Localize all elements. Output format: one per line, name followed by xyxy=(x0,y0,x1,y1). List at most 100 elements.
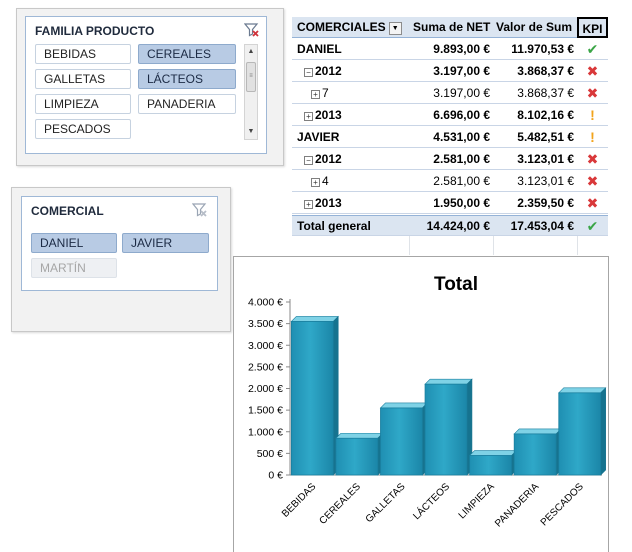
bar-side-pescados xyxy=(600,387,606,476)
row-label-text: 2012 xyxy=(315,152,342,166)
cell-suma-net[interactable]: 2.581,00 € xyxy=(410,149,493,170)
cell-suma-net[interactable]: 3.197,00 € xyxy=(410,61,493,82)
y-tick-label: 2.500 € xyxy=(248,361,283,373)
pivot-total-row: Total general 14.424,00 €17.453,04 € ✔ xyxy=(292,215,608,236)
cell-valor-sum[interactable]: 2.359,50 € xyxy=(493,193,577,214)
bar-bebidas[interactable] xyxy=(290,321,334,476)
cell-valor-sum[interactable]: 5.482,51 € xyxy=(493,127,577,148)
row-label[interactable]: DANIEL xyxy=(292,39,410,60)
row-label[interactable]: −2012 xyxy=(292,149,410,170)
row-label-text: 4 xyxy=(322,174,329,188)
slicer-item-galletas[interactable]: GALLETAS xyxy=(35,69,131,89)
collapse-icon[interactable]: − xyxy=(304,156,313,165)
slicer-item-pescados[interactable]: PESCADOS xyxy=(35,119,131,139)
bar-top-galletas xyxy=(379,402,429,409)
cell-suma-net[interactable]: 14.424,00 € xyxy=(410,216,493,237)
cell-valor-sum[interactable]: 3.123,01 € xyxy=(493,171,577,192)
cell-suma-net[interactable]: 6.696,00 € xyxy=(410,105,493,126)
exclamation-icon: ! xyxy=(590,107,595,123)
cell-valor-sum[interactable]: 3.868,37 € xyxy=(493,61,577,82)
scroll-up-icon[interactable]: ▲ xyxy=(245,46,257,58)
slicer-scrollbar[interactable]: ▲ ≡ ▼ xyxy=(244,44,258,140)
pivot-row: −2012 3.197,00 €3.868,37 € ✖ xyxy=(292,61,608,82)
x-tick-label: LIMPIEZA xyxy=(457,481,497,521)
expand-icon[interactable]: + xyxy=(304,112,313,121)
bar-pescados[interactable] xyxy=(558,392,602,476)
row-label-text: Total general xyxy=(297,219,371,233)
cell-kpi[interactable]: ✔ xyxy=(577,216,608,237)
collapse-icon[interactable]: − xyxy=(304,68,313,77)
row-label[interactable]: Total general xyxy=(292,216,410,237)
pivot-header-row: COMERCIALES ▼ Suma de NET Valor de Sum KP… xyxy=(292,17,608,38)
cell-valor-sum[interactable]: 17.453,04 € xyxy=(493,216,577,237)
header-kpi[interactable]: KPI xyxy=(577,17,608,38)
slicer-item-label: GALLETAS xyxy=(44,72,106,86)
expand-icon[interactable]: + xyxy=(304,200,313,209)
row-label[interactable]: +4 xyxy=(292,171,410,192)
clear-filter-icon[interactable] xyxy=(244,22,260,38)
scroll-down-icon[interactable]: ▼ xyxy=(245,126,257,138)
pivot-row: JAVIER 4.531,00 €5.482,51 €! xyxy=(292,127,608,148)
cell-suma-net[interactable]: 2.581,00 € xyxy=(410,171,493,192)
slicer-item-limpieza[interactable]: LIMPIEZA xyxy=(35,94,131,114)
familia-producto-slicer: FAMILIA PRODUCTO BEBIDAS CEREALES GALLET… xyxy=(25,16,267,154)
row-label[interactable]: JAVIER xyxy=(292,127,410,148)
slicer-item-lacteos[interactable]: LÁCTEOS xyxy=(138,69,236,89)
cell-kpi[interactable]: ✖ xyxy=(577,149,608,170)
cell-kpi[interactable]: ✖ xyxy=(577,61,608,82)
cell-kpi[interactable]: ✖ xyxy=(577,193,608,214)
bar-chart[interactable]: Total 0 € 500 € 1.000 € 1.500 € 2.000 € 2.500 … xyxy=(233,256,609,552)
pivot-row: +2013 1.950,00 €2.359,50 € ✖ xyxy=(292,193,608,214)
cell-kpi[interactable]: ✖ xyxy=(577,171,608,192)
x-tick-label: BEBIDAS xyxy=(280,481,319,520)
comercial-slicer-title: COMERCIAL xyxy=(31,204,104,218)
slicer-item-javier[interactable]: JAVIER xyxy=(122,233,209,253)
bar-limpieza[interactable] xyxy=(469,455,512,476)
clear-filter-icon[interactable] xyxy=(192,202,208,218)
slicer-item-label: BEBIDAS xyxy=(44,47,97,61)
pivot-row: +4 2.581,00 €3.123,01 € ✖ xyxy=(292,171,608,192)
x-tick-label: LÁCTEOS xyxy=(410,480,452,522)
bar-top-pescados xyxy=(558,387,607,394)
cross-icon: ✖ xyxy=(586,63,599,79)
row-label[interactable]: +7 xyxy=(292,83,410,104)
cell-suma-net[interactable]: 3.197,00 € xyxy=(410,83,493,104)
cell-kpi[interactable]: ! xyxy=(577,105,608,126)
y-tick-label: 1.000 € xyxy=(248,426,283,438)
header-comerciales[interactable]: COMERCIALES ▼ xyxy=(292,17,410,38)
cell-valor-sum[interactable]: 8.102,16 € xyxy=(493,105,577,126)
bar-galletas[interactable] xyxy=(380,407,423,476)
row-label[interactable]: +2013 xyxy=(292,193,410,214)
header-suma-net[interactable]: Suma de NET xyxy=(410,17,493,38)
slicer-item-panaderia[interactable]: PANADERIA xyxy=(138,94,236,114)
cell-valor-sum[interactable]: 3.123,01 € xyxy=(493,149,577,170)
filter-dropdown-icon[interactable]: ▼ xyxy=(388,22,402,35)
cell-suma-net[interactable]: 1.950,00 € xyxy=(410,193,493,214)
expand-icon[interactable]: + xyxy=(311,178,320,187)
row-label[interactable]: −2012 xyxy=(292,61,410,82)
cell-kpi[interactable]: ! xyxy=(577,127,608,148)
row-label[interactable]: +2013 xyxy=(292,105,410,126)
cell-kpi[interactable]: ✔ xyxy=(577,39,608,60)
bar-cereales[interactable] xyxy=(335,437,379,476)
cell-valor-sum[interactable]: 3.868,37 € xyxy=(493,83,577,104)
cell-suma-net[interactable]: 4.531,00 € xyxy=(410,127,493,148)
bar-lácteos[interactable] xyxy=(424,383,468,476)
comercial-slicer: COMERCIAL DANIEL JAVIER MARTÍN xyxy=(21,196,218,291)
slicer-item-martin[interactable]: MARTÍN xyxy=(31,258,117,278)
slicer-item-cereales[interactable]: CEREALES xyxy=(138,44,236,64)
cell-kpi[interactable]: ✖ xyxy=(577,83,608,104)
bar-panaderia[interactable] xyxy=(513,433,557,476)
row-label-text: 7 xyxy=(322,86,329,100)
cell-valor-sum[interactable]: 11.970,53 € xyxy=(493,39,577,60)
cross-icon: ✖ xyxy=(586,195,599,211)
header-valor-sum[interactable]: Valor de Sum xyxy=(493,17,577,38)
pivot-row: +2013 6.696,00 €8.102,16 €! xyxy=(292,105,608,126)
slicer-item-label: LIMPIEZA xyxy=(44,97,99,111)
slicer-item-daniel[interactable]: DANIEL xyxy=(31,233,117,253)
slicer-item-bebidas[interactable]: BEBIDAS xyxy=(35,44,131,64)
y-tick-label: 4.000 € xyxy=(248,297,283,309)
scroll-thumb[interactable]: ≡ xyxy=(246,62,256,92)
cell-suma-net[interactable]: 9.893,00 € xyxy=(410,39,493,60)
expand-icon[interactable]: + xyxy=(311,90,320,99)
